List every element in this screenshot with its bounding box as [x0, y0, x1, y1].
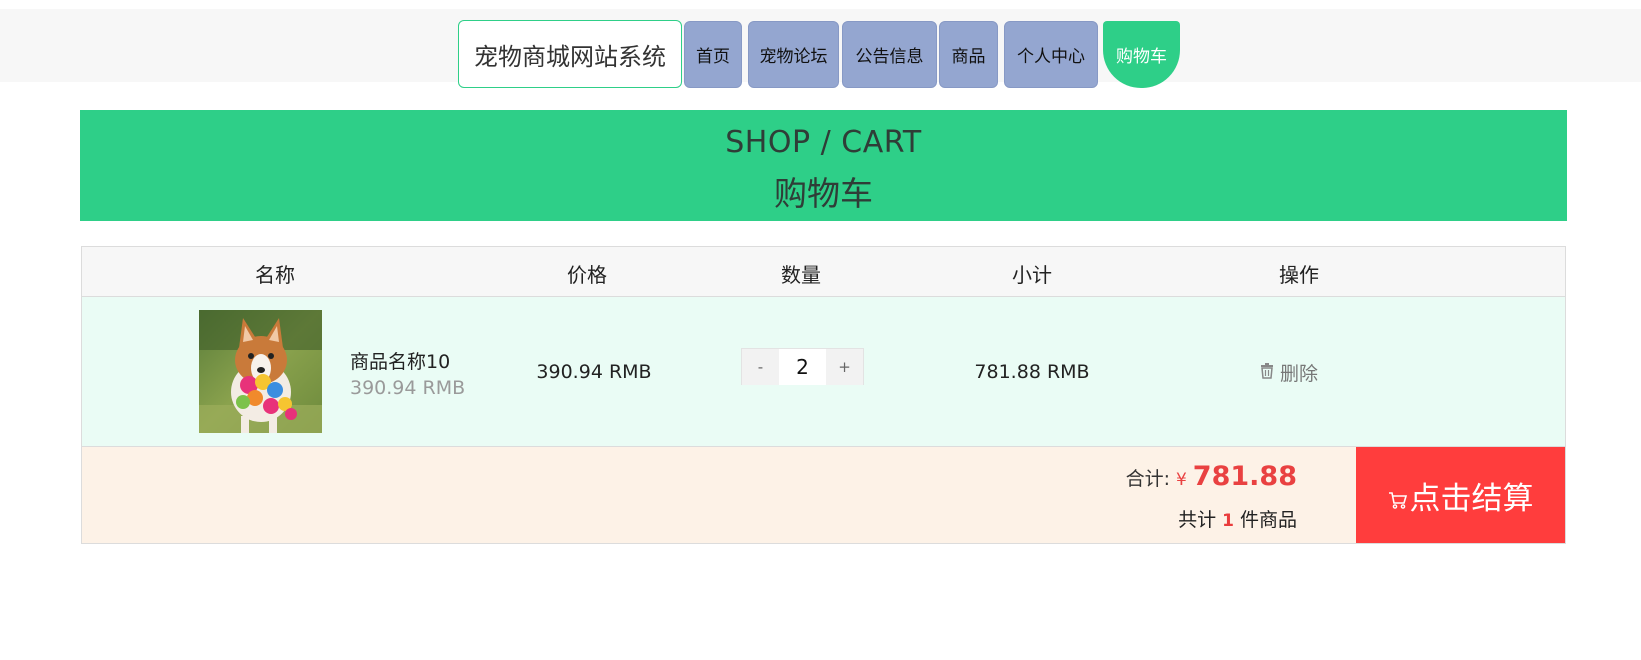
product-name[interactable]: 商品名称10	[350, 347, 450, 374]
nav-cart[interactable]: 购物车	[1103, 21, 1180, 88]
column-actions: 操作	[1279, 263, 1319, 287]
product-price: 390.94 RMB	[536, 361, 652, 383]
delete-button[interactable]: 删除	[1260, 359, 1318, 386]
total-amount: 781.88	[1192, 461, 1297, 492]
nav-pet-forum[interactable]: 宠物论坛	[748, 21, 839, 88]
column-subtotal: 小计	[1012, 263, 1052, 287]
nav-home[interactable]: 首页	[684, 21, 742, 88]
column-quantity: 数量	[781, 263, 821, 287]
product-image[interactable]	[199, 310, 322, 433]
checkout-label: 点击结算	[1409, 480, 1534, 517]
item-count-line: 共计 1 件商品	[1178, 505, 1297, 532]
total-label: 合计:	[1125, 468, 1170, 490]
column-name: 名称	[255, 263, 295, 287]
table-header: 名称 价格 数量 小计 操作	[82, 247, 1565, 297]
item-count: 1	[1222, 511, 1234, 531]
row-subtotal: 781.88 RMB	[974, 361, 1090, 383]
cart-icon	[1388, 481, 1408, 517]
increase-quantity-button[interactable]: +	[826, 349, 863, 385]
column-price: 价格	[567, 263, 607, 287]
cart-table: 名称 价格 数量 小计 操作 商品名称10 390.94 RMB 390.94 …	[81, 246, 1566, 544]
table-row: 商品名称10 390.94 RMB 390.94 RMB - 2 + 781.8…	[82, 297, 1565, 447]
checkout-button[interactable]: 点击结算	[1356, 447, 1565, 543]
site-brand[interactable]: 宠物商城网站系统	[458, 20, 682, 88]
banner-title-en: SHOP / CART	[725, 125, 922, 160]
nav-personal-center[interactable]: 个人中心	[1004, 21, 1098, 88]
total-line: 合计: ¥ 781.88	[1126, 461, 1297, 492]
trash-icon	[1260, 362, 1274, 384]
decrease-quantity-button[interactable]: -	[742, 349, 779, 385]
count-suffix: 件商品	[1239, 509, 1297, 531]
cart-summary: 合计: ¥ 781.88 共计 1 件商品 点击结算	[82, 447, 1565, 543]
nav-announcements[interactable]: 公告信息	[842, 21, 937, 88]
banner-title-cn: 购物车	[774, 174, 873, 213]
quantity-input[interactable]: 2	[779, 349, 826, 385]
delete-label: 删除	[1280, 363, 1319, 385]
top-navbar: 宠物商城网站系统 首页 宠物论坛 公告信息 商品 个人中心 购物车	[0, 9, 1641, 88]
nav-products[interactable]: 商品	[939, 21, 998, 88]
count-prefix: 共计	[1178, 509, 1217, 531]
quantity-stepper: - 2 +	[741, 348, 864, 385]
page-banner: SHOP / CART 购物车	[80, 110, 1567, 221]
product-unit-price: 390.94 RMB	[350, 377, 466, 399]
currency-symbol: ¥	[1175, 470, 1187, 490]
